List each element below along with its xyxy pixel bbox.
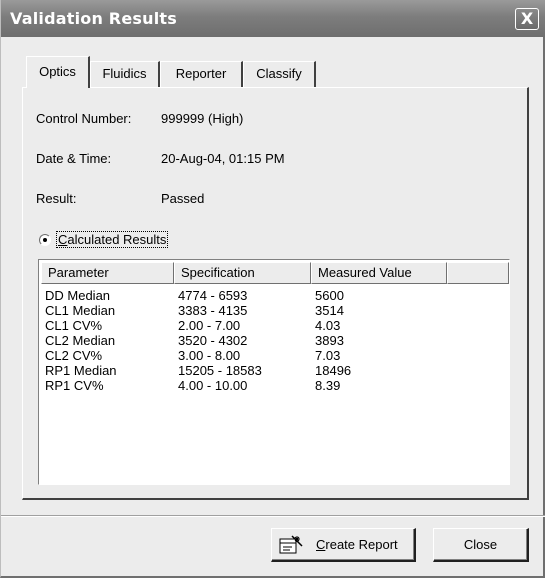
column-header-parameter[interactable]: Parameter <box>41 262 174 284</box>
date-time-label: Date & Time: <box>36 151 112 166</box>
specification-cell: 15205 - 18583 <box>178 363 262 378</box>
column-header-empty[interactable] <box>447 262 509 284</box>
column-header-specification[interactable]: Specification <box>174 262 311 284</box>
specification-cell: 4.00 - 10.00 <box>178 378 248 393</box>
close-window-button[interactable]: X <box>515 8 539 30</box>
parameter-cell: CL1 CV% <box>45 318 103 333</box>
footer-separator <box>1 515 545 517</box>
close-button-label: Close <box>463 537 498 552</box>
specification-cell: 4774 - 6593 <box>178 288 248 303</box>
results-table[interactable]: Parameter Specification Measured Value D… <box>38 259 510 485</box>
radio-selected-dot <box>43 238 47 242</box>
measured-value-cell: 8.39 <box>315 378 341 393</box>
specification-cell: 3.00 - 8.00 <box>178 348 241 363</box>
measured-value-cell: 3514 <box>315 303 344 318</box>
measured-value-cell: 18496 <box>315 363 352 378</box>
specification-cell: 2.00 - 7.00 <box>178 318 241 333</box>
result-label: Result: <box>36 191 77 206</box>
parameter-cell: CL2 Median <box>45 333 116 348</box>
control-number-label: Control Number: <box>36 111 132 126</box>
parameter-cell: DD Median <box>45 288 111 303</box>
parameter-cell: RP1 CV% <box>45 378 104 393</box>
parameter-cell: CL1 Median <box>45 303 116 318</box>
report-wizard-icon <box>279 535 303 554</box>
radio-accel-key: C <box>58 232 68 247</box>
calculated-results-radio[interactable] <box>39 234 51 246</box>
column-header-measured-value[interactable]: Measured Value <box>311 262 447 284</box>
specification-cell: 3383 - 4135 <box>178 303 248 318</box>
validation-results-window: Validation Results X Optics Fluidics Rep… <box>0 0 545 578</box>
measured-value-cell: 4.03 <box>315 318 341 333</box>
window-title: Validation Results <box>10 9 177 28</box>
title-bar[interactable]: Validation Results X <box>1 0 545 37</box>
date-time-value: 20-Aug-04, 01:15 PM <box>161 151 285 166</box>
parameter-cell: RP1 Median <box>45 363 117 378</box>
tab-reporter[interactable]: Reporter <box>160 61 243 87</box>
create-report-label-text: reate Report <box>325 537 398 552</box>
specification-cell: 3520 - 4302 <box>178 333 248 348</box>
create-report-button[interactable]: Create Report <box>271 528 416 562</box>
create-report-label: Create Report <box>316 537 398 552</box>
tab-fluidics[interactable]: Fluidics <box>90 61 160 87</box>
result-value: Passed <box>161 191 205 206</box>
tab-optics[interactable]: Optics <box>26 56 90 88</box>
control-number-value: 999999 (High) <box>161 111 244 126</box>
measured-value-cell: 3893 <box>315 333 344 348</box>
measured-value-cell: 7.03 <box>315 348 341 363</box>
radio-label-text: alculated Results <box>67 232 167 247</box>
measured-value-cell: 5600 <box>315 288 344 303</box>
parameter-cell: CL2 CV% <box>45 348 103 363</box>
close-button[interactable]: Close <box>433 528 529 562</box>
calculated-results-label[interactable]: Calculated Results <box>55 231 169 248</box>
create-report-accel-key: C <box>316 537 326 552</box>
tab-classify[interactable]: Classify <box>243 61 316 87</box>
